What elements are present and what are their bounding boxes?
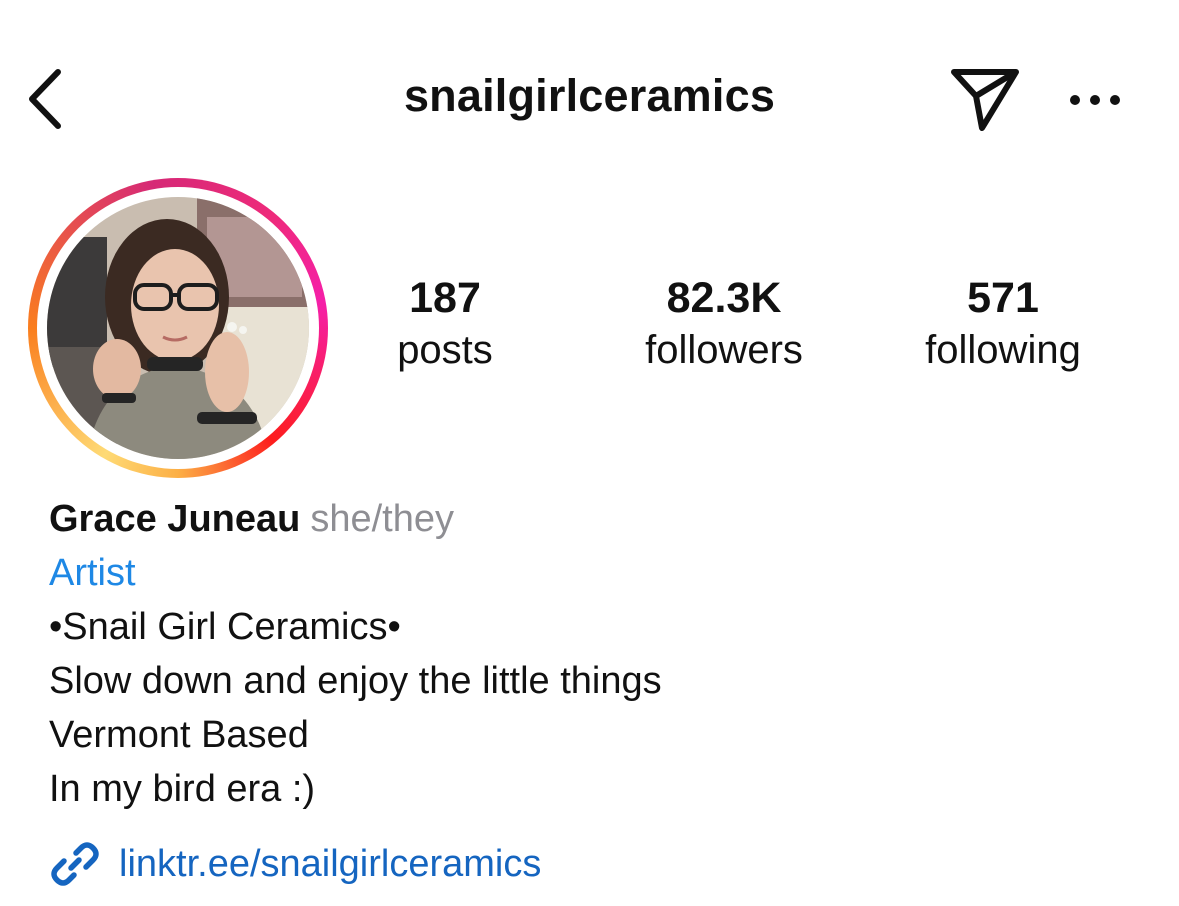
followers-stat[interactable]: 82.3K followers <box>604 272 844 376</box>
following-label: following <box>925 328 1081 372</box>
posts-stat[interactable]: 187 posts <box>325 272 565 376</box>
link-icon <box>51 842 99 886</box>
avatar-frame <box>37 187 319 469</box>
more-options-button[interactable] <box>1066 86 1124 114</box>
category-label[interactable]: Artist <box>49 546 1149 600</box>
posts-label: posts <box>397 328 493 372</box>
ellipsis-icon <box>1070 95 1120 105</box>
display-name: Grace Juneau <box>49 498 301 540</box>
link-text[interactable]: linktr.ee/snailgirlceramics <box>119 843 541 886</box>
following-stat[interactable]: 571 following <box>883 272 1123 376</box>
profile-photo <box>47 197 309 459</box>
external-link[interactable]: linktr.ee/snailgirlceramics <box>49 836 541 892</box>
followers-count: 82.3K <box>666 274 782 322</box>
followers-label: followers <box>645 328 803 372</box>
following-count: 571 <box>967 274 1039 322</box>
bio-line: •Snail Girl Ceramics• <box>49 606 401 648</box>
bio-line: Vermont Based <box>49 714 309 756</box>
paper-plane-icon <box>951 69 1019 131</box>
pronouns: she/they <box>310 498 454 540</box>
bio-section: Grace Juneau she/they Artist •Snail Girl … <box>49 492 1149 816</box>
name-line: Grace Juneau she/they <box>49 492 1149 546</box>
avatar <box>47 197 309 459</box>
bio-line: Slow down and enjoy the little things <box>49 660 662 702</box>
story-ring[interactable] <box>28 178 328 478</box>
send-message-button[interactable] <box>948 64 1022 134</box>
bio-line: In my bird era :) <box>49 768 316 810</box>
posts-count: 187 <box>409 274 481 322</box>
profile-header: snailgirlceramics <box>0 0 1179 200</box>
